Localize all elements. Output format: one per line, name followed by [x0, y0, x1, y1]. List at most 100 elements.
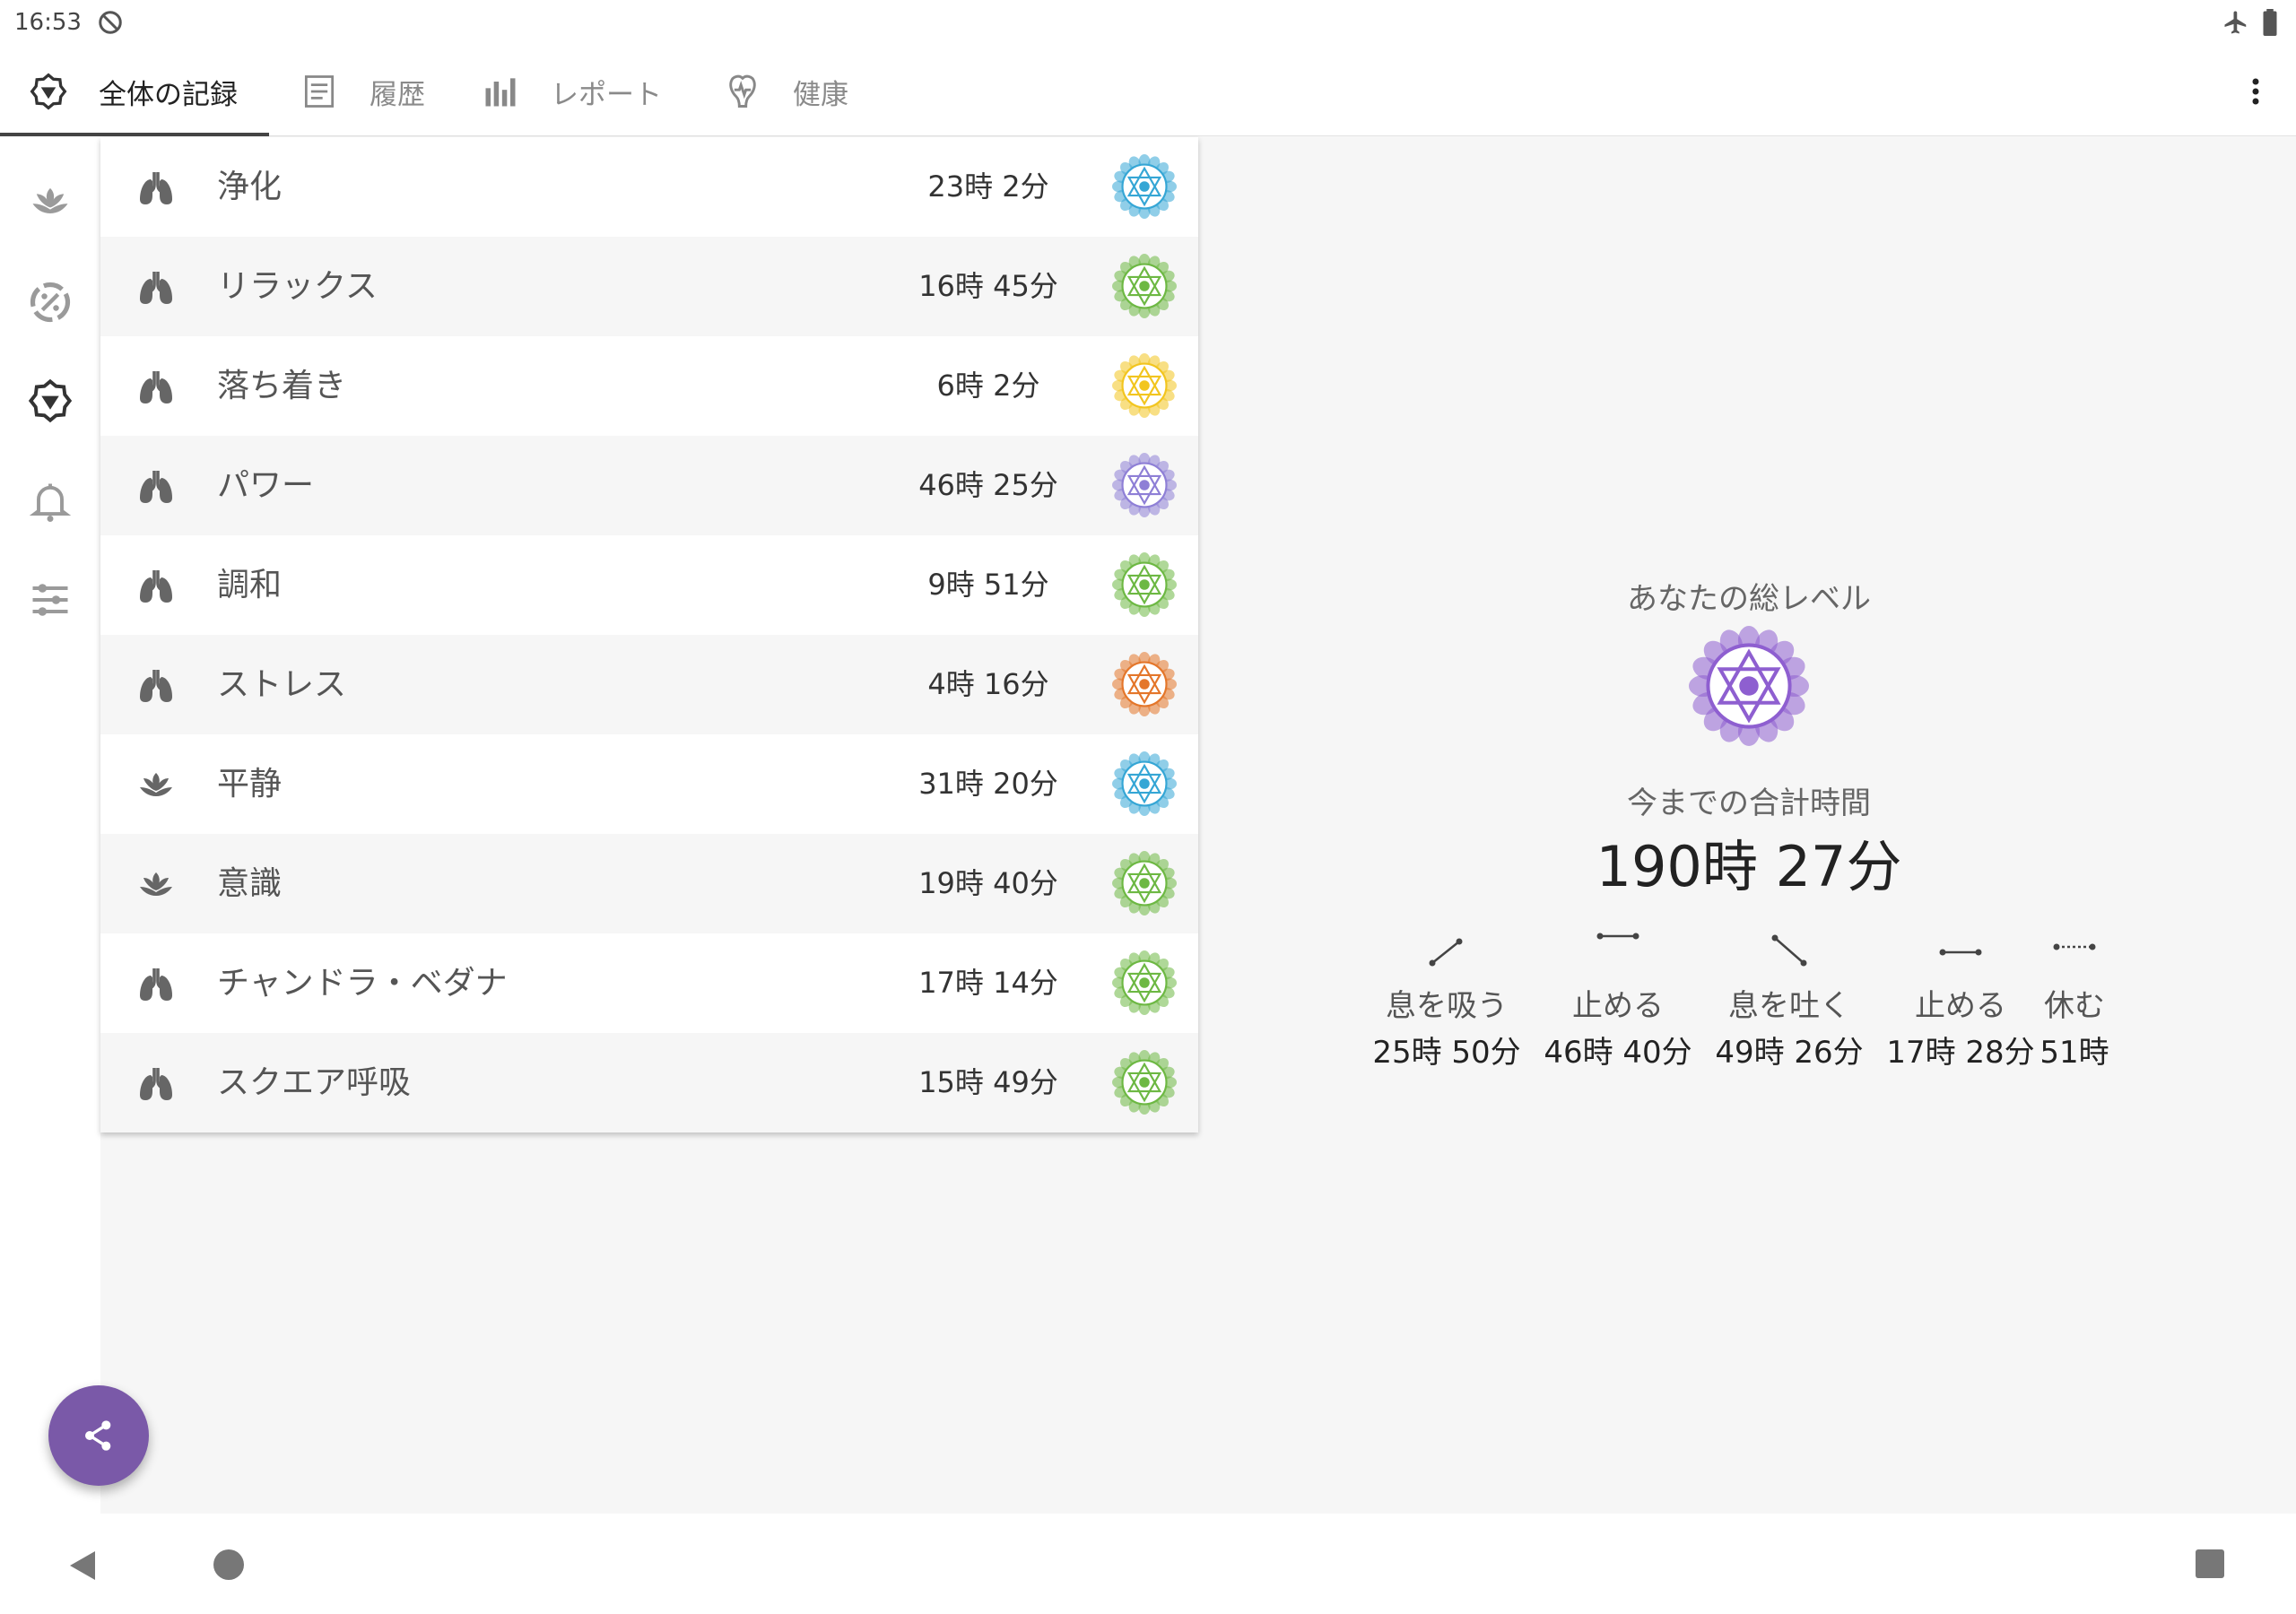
- active-tab-indicator: [0, 133, 269, 136]
- record-row[interactable]: ストレス 4時 16分: [100, 635, 1198, 734]
- lungs-icon: [140, 371, 172, 404]
- record-name: 落ち着き: [217, 368, 347, 404]
- rail-item-reminders[interactable]: [23, 474, 77, 528]
- phase-value: 25時 50分: [1372, 1035, 1521, 1071]
- chakra-level-icon: [1112, 851, 1177, 915]
- record-row[interactable]: 平静 31時 20分: [100, 734, 1198, 834]
- tab-report[interactable]: レポート: [481, 47, 662, 136]
- tab-bar: 全体の記録 履歴 レポート 健康: [0, 47, 2296, 136]
- bell-icon: [29, 483, 72, 522]
- record-name: 平静: [217, 766, 283, 803]
- total-time-label: 今までの合計時間: [1627, 785, 1871, 821]
- record-time: 6時 2分: [936, 369, 1040, 403]
- lotus-icon: [140, 872, 172, 896]
- record-name: ストレス: [217, 666, 347, 703]
- record-time: 16時 45分: [918, 269, 1058, 303]
- lungs-icon: [140, 968, 172, 1001]
- pranayama-timer-icon: [30, 282, 71, 323]
- record-row[interactable]: 意識 19時 40分: [100, 834, 1198, 933]
- record-time: 23時 2分: [927, 169, 1049, 204]
- record-name: 意識: [217, 865, 283, 902]
- lotus-icon: [32, 187, 68, 213]
- record-row[interactable]: 落ち着き 6時 2分: [100, 336, 1198, 436]
- tab-label: 健康: [793, 78, 848, 111]
- chakra-level-icon: [1112, 154, 1177, 219]
- record-time: 31時 20分: [918, 767, 1058, 801]
- record-name: チャンドラ・ベダナ: [217, 965, 508, 1002]
- level-label: あなたの総レベル: [1627, 581, 1871, 617]
- chakra-emblem-icon: [30, 73, 67, 110]
- tab-overall-record[interactable]: 全体の記録: [29, 47, 238, 136]
- share-button[interactable]: [48, 1385, 149, 1486]
- rest-icon: [2053, 943, 2096, 950]
- hold-icon: [1939, 949, 1982, 956]
- system-navigation-bar: [0, 1514, 2296, 1614]
- record-row[interactable]: 調和 9時 51分: [100, 535, 1198, 635]
- record-time: 19時 40分: [918, 866, 1058, 900]
- chakra-level-icon: [1112, 453, 1177, 517]
- app-root: 16:53 全体の記録 履歴 レポート 健康 浄化 23時 2分 リラックス 1…: [0, 0, 2296, 1614]
- phase-name: 止める: [1572, 988, 1664, 1024]
- record-name: スクエア呼吸: [217, 1064, 412, 1101]
- tab-history[interactable]: 履歴: [300, 47, 425, 136]
- record-time: 15時 49分: [918, 1065, 1058, 1099]
- rail-item-overall-record[interactable]: [23, 374, 77, 428]
- health-icon: [729, 74, 756, 108]
- record-name: 浄化: [217, 169, 283, 205]
- record-row[interactable]: チャンドラ・ベダナ 17時 14分: [100, 933, 1198, 1033]
- chakra-level-icon: [1112, 950, 1177, 1015]
- airplane-mode-icon: [2224, 11, 2247, 34]
- record-time: 4時 16分: [927, 667, 1049, 701]
- lungs-icon: [140, 272, 172, 304]
- bar-chart-icon: [485, 78, 516, 107]
- rail-item-settings[interactable]: [23, 573, 77, 627]
- hold-icon: [1596, 933, 1639, 940]
- record-row[interactable]: 浄化 23時 2分: [100, 137, 1198, 237]
- share-icon: [85, 1420, 111, 1451]
- more-vert-icon: [2252, 78, 2259, 105]
- chakra-level-icon: [1112, 1050, 1177, 1115]
- chakra-level-icon: [1112, 652, 1177, 716]
- chakra-level-icon: [1112, 552, 1177, 617]
- recents-button[interactable]: [2196, 1549, 2224, 1578]
- sliders-icon: [32, 584, 68, 616]
- total-time-value: 190時 27分: [1596, 834, 1902, 899]
- lungs-icon: [140, 471, 172, 503]
- battery-icon: [2263, 9, 2277, 36]
- lotus-icon: [140, 773, 172, 796]
- phase-value: 51時: [2039, 1035, 2109, 1071]
- status-time: 16:53: [14, 9, 82, 36]
- chakra-level-icon: [1112, 254, 1177, 318]
- record-time: 9時 51分: [927, 568, 1049, 602]
- record-row[interactable]: リラックス 16時 45分: [100, 237, 1198, 336]
- side-navigation-rail: [0, 137, 100, 1514]
- back-icon[interactable]: [68, 1549, 97, 1582]
- phase-hold-1: 止める 46時 40分: [1533, 931, 1703, 1083]
- phase-value: 46時 40分: [1544, 1035, 1692, 1071]
- home-button[interactable]: [213, 1549, 244, 1580]
- tab-health[interactable]: 健康: [723, 47, 848, 136]
- lungs-icon: [140, 172, 172, 204]
- chakra-level-icon: [1112, 751, 1177, 816]
- inhale-icon: [1429, 938, 1463, 967]
- tab-label: 全体の記録: [99, 78, 238, 111]
- records-list: 浄化 23時 2分 リラックス 16時 45分 落ち着き 6時 2分 パワー 46時 25分調…: [100, 137, 1198, 1132]
- record-row[interactable]: パワー 46時 25分: [100, 436, 1198, 535]
- phase-name: 休む: [2044, 988, 2105, 1024]
- rail-item-meditation[interactable]: [23, 175, 77, 229]
- lungs-icon: [140, 670, 172, 702]
- rail-item-breathing[interactable]: [23, 275, 77, 329]
- record-name: リラックス: [217, 268, 378, 305]
- phase-inhale: 息を吸う 25時 50分: [1361, 931, 1532, 1083]
- chakra-emblem-icon: [28, 378, 73, 423]
- do-not-disturb-icon: [99, 11, 122, 34]
- phase-exhale: 息を吐く 49時 26分: [1704, 931, 1874, 1083]
- phase-rest: 休む 51時: [2007, 931, 2142, 1083]
- exhale-icon: [1771, 934, 1807, 967]
- status-bar: 16:53: [0, 0, 2296, 47]
- record-name: 調和: [217, 567, 283, 603]
- overflow-menu-button[interactable]: [2242, 65, 2269, 118]
- phase-name: 息を吸う: [1386, 988, 1508, 1024]
- record-row[interactable]: スクエア呼吸 15時 49分: [100, 1033, 1198, 1132]
- history-list-icon: [304, 75, 335, 108]
